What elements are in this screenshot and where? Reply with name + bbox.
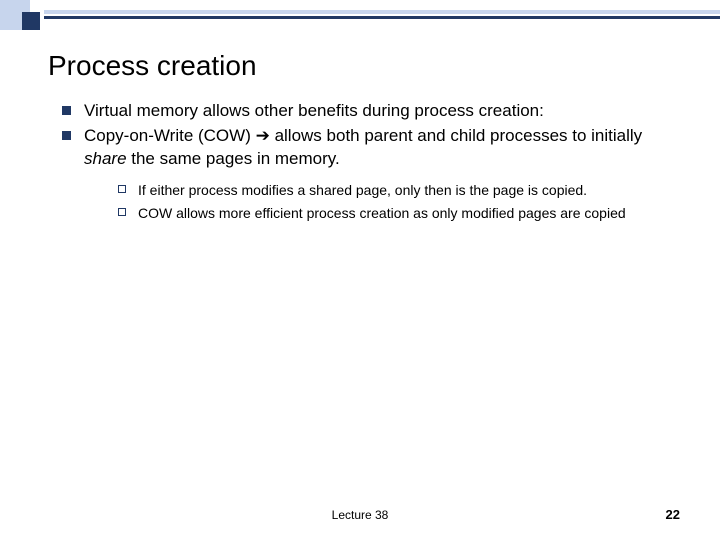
slide: Process creation Virtual memory allows o… xyxy=(0,0,720,540)
header-stripe-light xyxy=(44,10,720,14)
bullet-text-pre: Copy-on-Write (COW) xyxy=(84,126,256,145)
header-stripe-dark xyxy=(44,16,720,19)
sub-bullet-item: If either process modifies a shared page… xyxy=(114,181,684,200)
sub-bullet-text: If either process modifies a shared page… xyxy=(138,182,587,198)
hollow-square-bullet-icon xyxy=(118,208,126,216)
slide-title: Process creation xyxy=(48,50,257,82)
hollow-square-bullet-icon xyxy=(118,185,126,193)
header-square-dark xyxy=(22,12,40,30)
bullet-item: Copy-on-Write (COW) ➔ allows both parent… xyxy=(56,125,684,223)
arrow-icon: ➔ xyxy=(256,126,270,145)
sub-bullet-item: COW allows more efficient process creati… xyxy=(114,204,684,223)
bullet-item: Virtual memory allows other benefits dur… xyxy=(56,100,684,123)
bullet-text-mid: allows both parent and child processes t… xyxy=(270,126,642,145)
bullet-list-level2: If either process modifies a shared page… xyxy=(84,181,684,223)
bullet-list-level1: Virtual memory allows other benefits dur… xyxy=(56,100,684,223)
footer-lecture: Lecture 38 xyxy=(0,508,720,522)
bullet-text-italic: share xyxy=(84,149,127,168)
footer-page-number: 22 xyxy=(666,507,680,522)
sub-bullet-text: COW allows more efficient process creati… xyxy=(138,205,626,221)
header-decoration xyxy=(0,0,720,40)
square-bullet-icon xyxy=(62,106,71,115)
bullet-text-post: the same pages in memory. xyxy=(127,149,340,168)
content-area: Virtual memory allows other benefits dur… xyxy=(56,100,684,227)
bullet-text: Virtual memory allows other benefits dur… xyxy=(84,101,544,120)
square-bullet-icon xyxy=(62,131,71,140)
